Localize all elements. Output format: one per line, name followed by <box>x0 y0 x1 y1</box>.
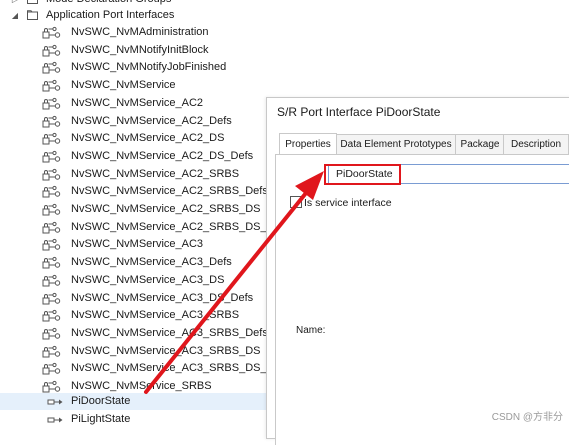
tab-properties[interactable]: Properties <box>279 133 337 154</box>
folder-icon <box>27 10 38 20</box>
tree-row-label: PiLightState <box>71 413 131 425</box>
tab-package[interactable]: Package <box>455 134 505 154</box>
tree-row-label: PiDoorState <box>71 395 131 407</box>
name-label: Name: <box>296 325 326 336</box>
tree-row-sr-interface[interactable]: PiDoorState <box>0 393 268 410</box>
tree-row-label: NvSWC_NvMService_AC3_SRBS_DS <box>71 344 261 357</box>
name-field[interactable] <box>328 164 569 184</box>
tree-row-label: NvSWC_NvMService <box>71 79 176 92</box>
tree-row-label: NvSWC_NvMService_AC2 <box>71 96 204 109</box>
tree-row-label: NvSWC_NvMService_AC2_DS_Defs <box>71 149 254 162</box>
tree-row-label: NvSWC_NvMService_AC2_DS <box>71 132 225 145</box>
tree-row-label: NvSWC_NvMService_AC3_DS <box>71 273 225 286</box>
tree-row-label: Application Port Interfaces <box>46 9 175 21</box>
tree-row-label: NvSWC_NvMService_AC2_SRBS <box>71 167 240 180</box>
tree-row-label: NvSWC_NvMService_AC2_SRBS_Defs <box>71 185 268 198</box>
tree-row-label: NvSWC_NvMNotifyJobFinished <box>71 61 227 74</box>
service-interface-checkbox[interactable] <box>290 196 302 208</box>
sr-port-interface-dialog: S/R Port Interface PiDoorState Propertie… <box>266 97 569 445</box>
watermark: CSDN @方非分 <box>491 412 563 423</box>
dialog-title: S/R Port Interface PiDoorState <box>277 105 441 119</box>
dialog-tabs: Properties Data Element Prototypes Packa… <box>275 133 569 154</box>
tree-row-label: NvSWC_NvMService_AC3_SRBS <box>71 309 240 322</box>
tree-row-label: NvSWC_NvMService_AC2_Defs <box>71 114 232 127</box>
tab-description[interactable]: Description <box>503 134 569 154</box>
tree-row-label: NvSWC_NvMService_AC3_DS_Defs <box>71 291 254 304</box>
tree-row-label: NvSWC_NvMService_AC2_SRBS_DS <box>71 203 261 215</box>
tree-row-label: NvSWC_NvMAdministration <box>71 26 209 38</box>
collapse-arrow-icon[interactable]: ◢ <box>10 7 20 24</box>
tree-row-label: NvSWC_NvMService_AC3_SRBS_DS_Defs <box>71 362 290 375</box>
tree-row-label: NvSWC_NvMService_AC3 <box>71 238 204 251</box>
tree-row-label: NvSWC_NvMService_AC2_SRBS_DS_Defs <box>71 220 290 233</box>
folder-icon <box>27 0 38 4</box>
service-interface-label: Is service interface <box>304 197 392 209</box>
tab-data-element-prototypes[interactable]: Data Element Prototypes <box>335 134 457 154</box>
tree-row-label: NvSWC_NvMNotifyInitBlock <box>71 43 209 56</box>
tree-row-label: NvSWC_NvMService_AC3_SRBS_Defs <box>71 326 268 339</box>
tree-row-label: NvSWC_NvMService_AC3_Defs <box>71 256 232 269</box>
